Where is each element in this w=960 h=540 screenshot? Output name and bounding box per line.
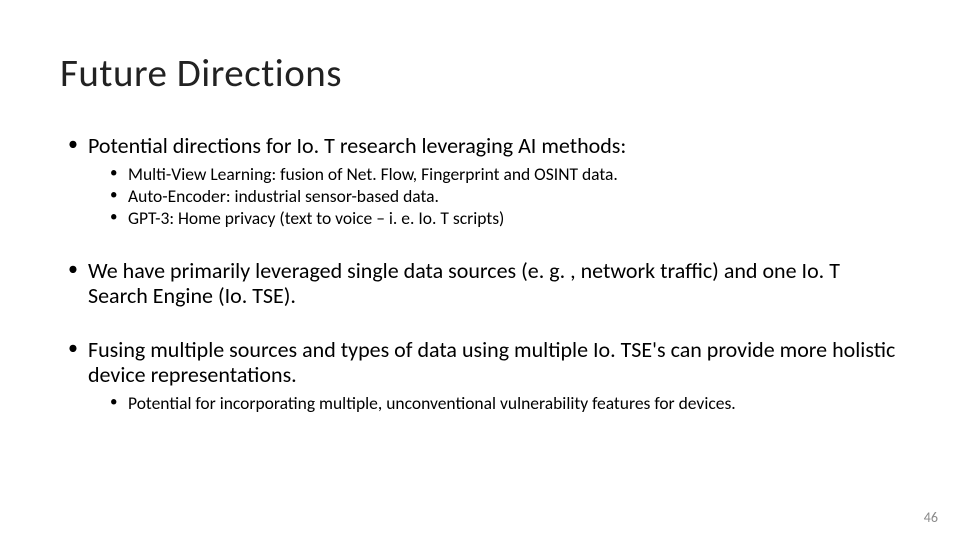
bullet-text: We have primarily leveraged single data … xyxy=(88,257,840,309)
page-number: 46 xyxy=(924,509,938,526)
slide-title: Future Directions xyxy=(60,50,900,97)
bullet-text: Multi-View Learning: fusion of Net. Flow… xyxy=(128,163,618,185)
bullet-text: Auto-Encoder: industrial sensor-based da… xyxy=(128,185,439,207)
list-item: Potential directions for Io. T research … xyxy=(60,133,900,230)
list-item: Multi-View Learning: fusion of Net. Flow… xyxy=(88,164,900,186)
list-item: Potential for incorporating multiple, un… xyxy=(88,393,900,415)
slide-content: Potential directions for Io. T research … xyxy=(60,133,900,415)
list-item: GPT-3: Home privacy (text to voice – i. … xyxy=(88,208,900,230)
list-item: Auto-Encoder: industrial sensor-based da… xyxy=(88,186,900,208)
bullet-text: GPT-3: Home privacy (text to voice – i. … xyxy=(128,207,504,229)
bullet-text: Potential directions for Io. T research … xyxy=(88,132,626,159)
bullet-text: Potential for incorporating multiple, un… xyxy=(128,392,736,414)
sub-bullet-list: Multi-View Learning: fusion of Net. Flow… xyxy=(88,164,900,230)
slide: Future Directions Potential directions f… xyxy=(0,0,960,540)
bullet-text: Fusing multiple sources and types of dat… xyxy=(88,336,895,388)
bullet-list: Potential directions for Io. T research … xyxy=(60,133,900,415)
sub-bullet-list: Potential for incorporating multiple, un… xyxy=(88,393,900,415)
list-item: Fusing multiple sources and types of dat… xyxy=(60,337,900,415)
list-item: We have primarily leveraged single data … xyxy=(60,258,900,309)
